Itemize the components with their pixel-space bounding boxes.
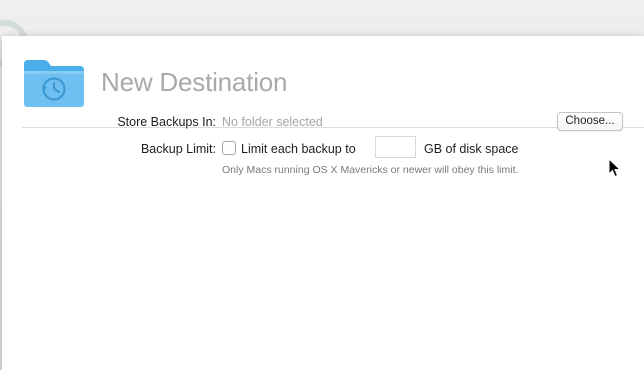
gb-limit-field[interactable]	[375, 136, 416, 158]
choose-button[interactable]: Choose...	[557, 112, 623, 131]
time-machine-folder-icon	[24, 60, 84, 107]
limit-checkbox-label[interactable]: Limit each backup to	[241, 142, 356, 156]
limit-backup-checkbox[interactable]	[222, 141, 236, 155]
dialog-title: New Destination	[101, 67, 288, 97]
sheet-header: New Destination	[2, 36, 644, 127]
new-destination-sheet: New Destination	[2, 36, 644, 370]
backup-limit-label: Backup Limit:	[140, 142, 216, 156]
header-divider	[22, 127, 644, 128]
gb-unit-label: GB of disk space	[424, 142, 519, 156]
selected-folder-value: No folder selected	[222, 115, 323, 129]
store-backups-label: Store Backups In:	[117, 115, 216, 129]
backup-limit-help-text: Only Macs running OS X Mavericks or newe…	[222, 164, 519, 176]
mouse-pointer-icon	[608, 158, 622, 178]
